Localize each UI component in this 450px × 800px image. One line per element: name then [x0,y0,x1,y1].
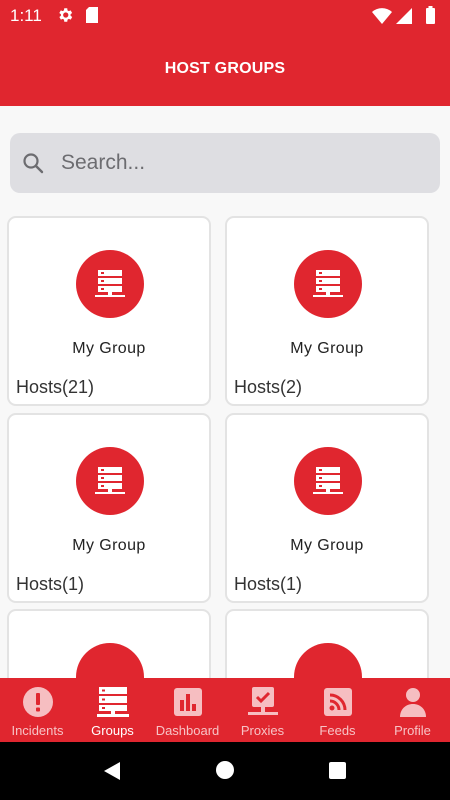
app-bar: HOST GROUPS [0,32,450,106]
group-card[interactable]: My Group Hosts(21) [7,216,211,406]
nav-item-dashboard[interactable]: Dashboard [150,678,225,742]
server-icon [313,270,343,297]
nav-label: Incidents [11,723,64,738]
nav-label: Dashboard [155,723,220,738]
group-card-partial[interactable] [225,609,429,678]
status-bar: 1:11 [0,0,450,32]
group-avatar [294,447,362,515]
search-bar[interactable]: Search... [10,133,440,193]
signal-icon [396,8,412,24]
nav-label: Groups [91,723,134,738]
group-card[interactable]: My Group Hosts(2) [225,216,429,406]
back-icon[interactable] [102,761,122,781]
nav-item-groups[interactable]: Groups [75,678,150,742]
person-icon [399,688,426,717]
group-hosts-count: Hosts(2) [234,377,303,397]
server-stack-icon [96,687,129,717]
group-card-partial[interactable] [7,609,211,678]
bottom-nav: Incidents Groups Dashboard Proxies Feeds… [0,678,450,742]
group-card[interactable]: My Group Hosts(1) [225,413,429,603]
status-time: 1:11 [10,6,42,25]
nav-item-feeds[interactable]: Feeds [300,678,375,742]
settings-gear-icon [59,8,73,22]
nav-label: Feeds [319,723,356,738]
group-name: My Group [290,340,364,357]
page-title: HOST GROUPS [164,60,286,77]
nav-item-profile[interactable]: Profile [375,678,450,742]
group-name: My Group [290,537,364,554]
home-icon[interactable] [216,761,234,779]
group-hosts-count: Hosts(1) [234,574,303,594]
nav-item-incidents[interactable]: Incidents [0,678,75,742]
nav-label: Proxies [240,723,285,738]
nav-item-proxies[interactable]: Proxies [225,678,300,742]
main-content[interactable]: Search... My Group Hosts(21) My Group Ho… [0,106,450,678]
wifi-icon [372,8,392,24]
proxy-check-icon [247,687,278,715]
server-icon [95,467,125,494]
server-icon [95,270,125,297]
recent-apps-icon[interactable] [329,762,346,779]
bar-chart-icon [173,688,202,716]
system-nav-bar [0,742,450,800]
group-card[interactable]: My Group Hosts(1) [7,413,211,603]
search-icon [23,153,44,174]
nav-label: Profile [394,723,431,738]
alert-icon [22,687,53,717]
battery-icon [426,8,435,24]
group-name: My Group [72,340,146,357]
group-hosts-count: Hosts(1) [16,574,85,594]
status-icons [372,6,435,24]
group-hosts-count: Hosts(21) [16,377,95,397]
group-avatar [76,643,144,678]
rss-icon [323,688,352,716]
server-icon [313,467,343,494]
group-avatar [294,250,362,318]
search-input[interactable]: Search... [61,151,145,175]
group-avatar [76,250,144,318]
group-name: My Group [72,537,146,554]
sd-card-icon [86,7,98,23]
group-avatar [294,643,362,678]
group-avatar [76,447,144,515]
